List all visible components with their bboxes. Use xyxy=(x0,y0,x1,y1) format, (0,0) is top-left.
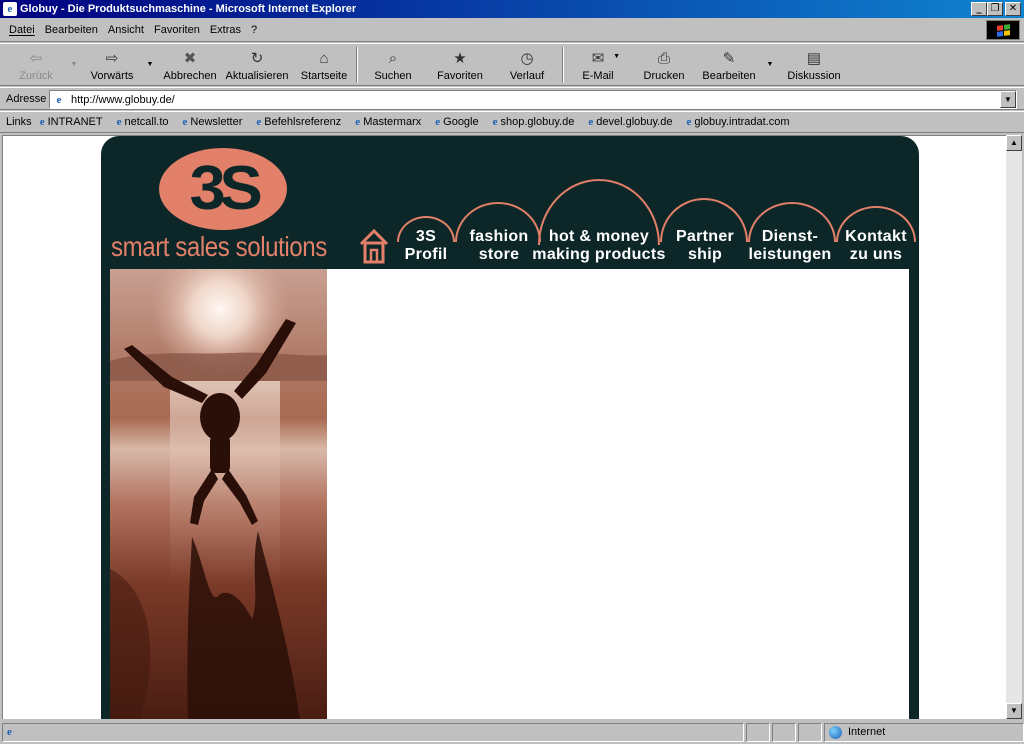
address-input[interactable]: e http://www.globuy.de/ ▼ xyxy=(49,90,1017,109)
status-bar: e Internet xyxy=(0,720,1024,744)
edit-dropdown[interactable]: ▼ xyxy=(762,44,778,85)
print-button[interactable]: ⎙ Drucken xyxy=(632,44,696,85)
status-panel xyxy=(746,722,770,742)
link-shop-globuy[interactable]: e shop.globuy.de xyxy=(493,116,575,128)
ie-page-icon: e xyxy=(492,116,498,128)
stop-button[interactable]: ✖ Abbrechen xyxy=(158,44,222,85)
scroll-down-button[interactable]: ▼ xyxy=(1006,703,1022,719)
favorites-folder-icon: ★ xyxy=(453,50,467,67)
menu-extras[interactable]: Extras xyxy=(205,24,246,36)
status-panel xyxy=(772,722,796,742)
link-devel-globuy[interactable]: e devel.globuy.de xyxy=(588,116,672,128)
links-bar: Links e INTRANET e netcall.to e Newsletter … xyxy=(0,111,1024,133)
windows-logo-icon xyxy=(986,20,1020,40)
ie-page-icon: e xyxy=(686,116,692,128)
discussion-icon: ▤ xyxy=(806,50,822,67)
menu-bearbeiten[interactable]: Bearbeiten xyxy=(40,24,103,36)
back-dropdown[interactable]: ▼ xyxy=(66,44,82,85)
site-frame: 3S smart sales solutions 3S Profil fashi… xyxy=(101,136,919,719)
nav-hot-money-products[interactable]: hot & money making products xyxy=(529,228,669,264)
zone-label: Internet xyxy=(848,726,886,738)
back-arrow-icon: ⇦ xyxy=(29,50,43,67)
mail-icon: ✉ xyxy=(591,50,605,67)
ie-page-icon: e xyxy=(256,116,262,128)
title-bar: e Globuy - Die Produktsuchmaschine - Mic… xyxy=(0,0,1024,18)
ie-page-icon: e xyxy=(355,116,361,128)
link-befehlsreferenz[interactable]: e Befehlsreferenz xyxy=(256,116,341,128)
address-bar: Adresse e http://www.globuy.de/ ▼ xyxy=(0,87,1024,110)
logo-text: 3S xyxy=(189,154,262,223)
scroll-up-button[interactable]: ▲ xyxy=(1006,135,1022,151)
page-icon: e xyxy=(56,93,62,106)
refresh-button[interactable]: ↻ Aktualisieren xyxy=(222,44,292,85)
nav-3s-profil[interactable]: 3S Profil xyxy=(397,228,455,264)
link-google[interactable]: e Google xyxy=(435,116,478,128)
nav-partnership[interactable]: Partner ship xyxy=(663,228,747,264)
3s-logo[interactable]: 3S xyxy=(159,148,289,232)
favorites-button[interactable]: ★ Favoriten xyxy=(428,44,492,85)
ie-page-icon: e xyxy=(435,116,441,128)
menu-bar: Datei Bearbeiten Ansicht Favoriten Extra… xyxy=(0,18,1024,42)
link-netcall[interactable]: e netcall.to xyxy=(117,116,169,128)
home-icon: ⌂ xyxy=(319,49,329,67)
security-zone-panel: Internet xyxy=(824,722,1024,742)
home-nav-icon[interactable] xyxy=(359,228,389,264)
forward-button[interactable]: ⇨ Vorwärts xyxy=(82,44,142,85)
ie-logo-icon: e xyxy=(3,2,17,16)
edit-button[interactable]: ✎ Bearbeiten xyxy=(696,44,762,85)
search-icon: ⌕ xyxy=(388,49,398,67)
globe-icon xyxy=(829,725,842,739)
forward-dropdown[interactable]: ▼ xyxy=(142,44,158,85)
vertical-scrollbar[interactable]: ▲ ▼ xyxy=(1006,135,1022,719)
close-button[interactable]: ✕ xyxy=(1005,2,1021,16)
minimize-button[interactable]: _ xyxy=(971,2,987,16)
ie-page-icon: e xyxy=(39,116,45,128)
back-button[interactable]: ⇦ Zurück xyxy=(6,44,66,85)
ie-page-icon: e xyxy=(182,116,188,128)
address-url[interactable]: http://www.globuy.de/ xyxy=(71,94,175,106)
mail-button[interactable]: ✉ E-Mail ▼ xyxy=(564,44,632,85)
standard-toolbar: ⇦ Zurück ▼ ⇨ Vorwärts ▼ ✖ Abbrechen ↻ Ak… xyxy=(0,43,1024,86)
nav-kontakt[interactable]: Kontakt zu uns xyxy=(835,228,917,264)
link-newsletter[interactable]: e Newsletter xyxy=(183,116,243,128)
ie-page-icon: e xyxy=(116,116,122,128)
main-content-area xyxy=(327,269,909,719)
discussion-button[interactable]: ▤ Diskussion xyxy=(778,44,850,85)
printer-icon: ⎙ xyxy=(657,49,670,67)
links-label: Links xyxy=(6,116,32,128)
browser-viewport[interactable]: 3S smart sales solutions 3S Profil fashi… xyxy=(2,135,1006,719)
link-globuy-intradat[interactable]: e globuy.intradat.com xyxy=(686,116,789,128)
menu-help[interactable]: ? xyxy=(246,24,262,36)
link-mastermarx[interactable]: e Mastermarx xyxy=(355,116,421,128)
status-text-panel: e xyxy=(2,722,744,742)
history-button[interactable]: ◷ Verlauf xyxy=(492,44,562,85)
handstand-sunset-photo xyxy=(110,269,327,719)
search-button[interactable]: ⌕ Suchen xyxy=(358,44,428,85)
menu-datei[interactable]: Datei xyxy=(4,24,40,36)
menu-ansicht[interactable]: Ansicht xyxy=(103,24,149,36)
nav-dienstleistungen[interactable]: Dienst- leistungen xyxy=(743,228,837,264)
status-panel xyxy=(798,722,822,742)
stop-icon: ✖ xyxy=(183,50,197,67)
refresh-icon: ↻ xyxy=(250,50,264,67)
tagline: smart sales solutions xyxy=(111,231,327,262)
restore-button[interactable]: ❐ xyxy=(987,2,1003,16)
edit-icon: ✎ xyxy=(722,50,736,67)
address-dropdown-button[interactable]: ▼ xyxy=(1000,91,1016,108)
window-title: Globuy - Die Produktsuchmaschine - Micro… xyxy=(20,3,357,15)
link-intranet[interactable]: e INTRANET xyxy=(40,116,103,128)
menu-favoriten[interactable]: Favoriten xyxy=(149,24,205,36)
ie-page-icon: e xyxy=(7,726,12,738)
home-button[interactable]: ⌂ Startseite xyxy=(292,44,356,85)
ie-page-icon: e xyxy=(588,116,594,128)
address-label: Adresse xyxy=(6,92,47,105)
forward-arrow-icon: ⇨ xyxy=(105,50,119,67)
history-icon: ◷ xyxy=(520,50,534,67)
